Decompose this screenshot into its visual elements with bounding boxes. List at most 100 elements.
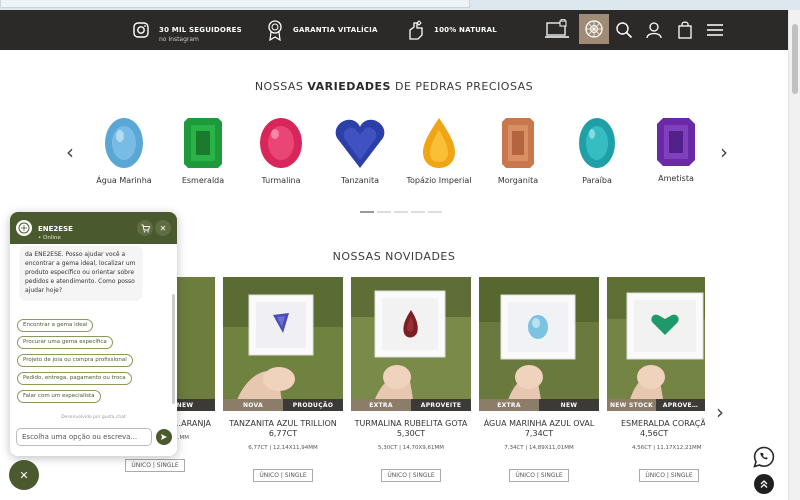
account-button[interactable] <box>643 10 665 50</box>
chat-toggle-button[interactable]: ✕ <box>9 460 39 490</box>
product-meta: 7,34CT | 14,89X11,01MM <box>504 445 574 451</box>
gem-agua-marinha[interactable]: Água Marinha <box>84 116 164 185</box>
product-tag: NEW STOCK <box>607 399 656 411</box>
chat-powered-by[interactable]: Desenvolvido por gusta.chat <box>10 415 177 420</box>
page-scrollbar[interactable] <box>788 10 800 500</box>
chat-header: ENE2ESE • Online ✕ <box>10 212 177 244</box>
gem-image <box>260 118 302 168</box>
chat-title: ENE2ESE <box>38 224 73 233</box>
gem-topazio-imperial[interactable]: Topázio Imperial <box>399 116 479 185</box>
product-tags: NEW STOCK APROVE… <box>607 399 705 411</box>
gem-logo-icon <box>18 222 30 234</box>
product-photo: EXTRA NEW <box>479 277 599 411</box>
gem-name: Paraíba <box>582 176 612 185</box>
product-photo: NEW STOCK APROVE… <box>607 277 705 411</box>
product-photo-image <box>351 277 471 411</box>
gem-tanzanita[interactable]: Tanzanita <box>320 116 400 185</box>
product-photo-image <box>479 277 599 411</box>
chat-avatar <box>16 220 32 236</box>
user-icon <box>646 22 662 39</box>
chat-option-button[interactable]: Encontrar a gema ideal <box>17 319 94 332</box>
product-variant-button[interactable]: ÚNICO | SINGLE <box>381 469 441 482</box>
site-header: 30 MIL SEGUIDORES no Instagram GARANTIA … <box>0 10 788 50</box>
laptop-lock-button[interactable] <box>542 10 572 50</box>
gem-image <box>657 118 695 166</box>
product-name: TANZANITA AZUL TRILLION <box>229 419 337 428</box>
gem-name: Esmeralda <box>181 176 225 185</box>
product-variant-button[interactable]: ÚNICO | SINGLE <box>509 469 569 482</box>
gem-turmalina[interactable]: Turmalina <box>241 116 321 185</box>
varieties-title-post: DE PEDRAS PRECIOSAS <box>394 80 534 93</box>
gem-name: Tanzanita <box>341 176 379 185</box>
bot-message: da ENE2ESE. Posso ajudar você a encontra… <box>20 246 142 299</box>
cart-icon <box>141 224 150 232</box>
carousel-dot[interactable] <box>394 211 408 213</box>
product-variant-button[interactable]: ÚNICO | SINGLE <box>253 469 313 482</box>
send-icon <box>161 434 167 440</box>
gem-name: Topázio Imperial <box>406 176 472 185</box>
chat-send-button[interactable] <box>156 429 172 445</box>
chat-option-button[interactable]: Pedido, entrega, pagamento ou troca <box>17 372 132 385</box>
chat-widget: ENE2ESE • Online ✕ da ENE2ESE. Posso aju… <box>10 212 177 456</box>
gem-image <box>105 118 143 168</box>
natural-badge: 100% NATURAL <box>406 10 497 50</box>
chat-status: • Online <box>38 234 61 241</box>
gem-esmeralda[interactable]: Esmeralda <box>163 116 243 185</box>
gem-name: Morganita <box>497 176 539 185</box>
product-name: ESMERALDA CORAÇÃ… <box>621 419 705 428</box>
product-meta: 6,77CT | 12,14X11,94MM <box>248 445 318 451</box>
followers-sublabel: no Instagram <box>159 36 199 43</box>
product-variant-button[interactable]: ÚNICO | SINGLE <box>125 459 185 472</box>
gem-name: Água Marinha <box>96 176 152 185</box>
gems-prev-arrow[interactable]: ‹ <box>66 140 74 164</box>
chat-option-button[interactable]: Projeto de joia ou compra profissional <box>17 354 133 367</box>
instagram-followers-link[interactable]: 30 MIL SEGUIDORES no Instagram <box>131 10 242 50</box>
page: 30 MIL SEGUIDORES no Instagram GARANTIA … <box>0 0 800 500</box>
gem-ametista[interactable]: Ametista <box>636 116 716 183</box>
scrollbar-thumb[interactable] <box>792 24 798 94</box>
product-photo-image <box>223 277 343 411</box>
chat-option-button[interactable]: Falar com um especialista <box>17 390 101 403</box>
product-tags: EXTRA NEW <box>479 399 599 411</box>
carousel-dot[interactable] <box>377 211 391 213</box>
gem-menu-button[interactable] <box>579 14 609 44</box>
search-button[interactable] <box>613 10 635 50</box>
instagram-icon <box>131 20 151 40</box>
menu-button[interactable] <box>703 10 727 50</box>
product-tag: APROVE… <box>656 399 705 411</box>
whatsapp-icon <box>753 446 775 468</box>
gems-next-arrow[interactable]: › <box>720 140 728 164</box>
gem-paraiba[interactable]: Paraíba <box>557 116 637 185</box>
product-tags: EXTRA APROVEITE <box>351 399 471 411</box>
varieties-title-pre: NOSSAS <box>254 80 304 93</box>
search-icon <box>616 22 633 39</box>
gem-image <box>579 118 615 168</box>
gem-morganita[interactable]: Morganita <box>478 116 558 185</box>
whatsapp-button[interactable] <box>753 446 775 468</box>
product-tag: APROVEITE <box>411 399 471 411</box>
product-tags: NOVA PRODUÇÃO <box>223 399 343 411</box>
cart-button[interactable] <box>674 10 696 50</box>
product-card[interactable]: EXTRA APROVEITE TURMALINA RUBELITA GOTA … <box>351 277 471 482</box>
chat-scrollbar[interactable] <box>172 294 175 404</box>
product-card[interactable]: NEW STOCK APROVE… ESMERALDA CORAÇÃ… 4,56… <box>607 277 705 482</box>
carousel-dot[interactable] <box>360 211 374 213</box>
product-variant-button[interactable]: ÚNICO | SINGLE <box>639 469 699 482</box>
product-card[interactable]: NOVA PRODUÇÃO TANZANITA AZUL TRILLION 6,… <box>223 277 343 482</box>
carousel-dot[interactable] <box>411 211 425 213</box>
product-photo: NOVA PRODUÇÃO <box>223 277 343 411</box>
product-tag: EXTRA <box>479 399 539 411</box>
chat-minimize-button[interactable]: ✕ <box>155 220 171 236</box>
warranty-label: GARANTIA VITALÍCIA <box>293 25 378 34</box>
chat-message-input[interactable]: Escolha uma opção ou escreva... <box>16 428 152 446</box>
product-meta: 4,56CT | 11,17X12,21MM <box>632 445 702 451</box>
carousel-dot[interactable] <box>428 211 442 213</box>
product-tag: NEW <box>539 399 599 411</box>
chat-cart-button[interactable] <box>137 220 153 236</box>
double-chevron-up-icon <box>760 480 768 488</box>
product-card[interactable]: EXTRA NEW ÁGUA MARINHA AZUL OVAL 7,34CT … <box>479 277 599 482</box>
chat-option-button[interactable]: Procurar uma gema específica <box>17 336 113 349</box>
back-to-top-button[interactable] <box>754 474 774 494</box>
chat-messages[interactable]: da ENE2ESE. Posso ajudar você a encontra… <box>10 244 177 414</box>
products-next-arrow[interactable]: › <box>716 400 724 424</box>
